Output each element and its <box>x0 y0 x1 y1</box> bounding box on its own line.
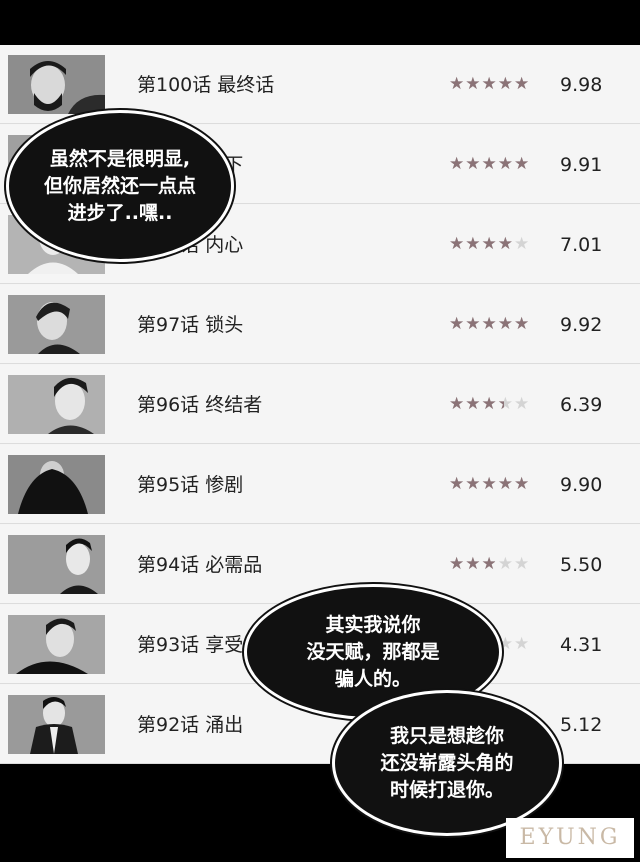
bubble-line: 骗人的。 <box>334 667 411 690</box>
episode-score: 6.39 <box>560 394 603 416</box>
rating-stars: ★★★★★★★★★★ <box>449 74 531 94</box>
episode-thumbnail <box>8 375 105 434</box>
rating-fill: ★★★★★ <box>449 555 495 573</box>
episode-score: 5.50 <box>560 554 603 576</box>
episode-thumbnail <box>8 615 105 674</box>
rating-fill: ★★★★★ <box>449 235 514 253</box>
rating-stars: ★★★★★★★★★★ <box>449 315 541 333</box>
episode-score: 9.98 <box>560 74 603 96</box>
speech-bubble-left: 虽然不是很明显, 但你居然还一点点 进步了..嘿.. <box>6 110 234 262</box>
episode-score: 9.92 <box>560 314 603 336</box>
speech-bubble-bottom: 我只是想趁你 还没崭露头角的 时候打退你。 <box>332 690 562 836</box>
rating-stars: ★★★★★★★★★★ <box>449 554 531 574</box>
episode-thumbnail <box>8 695 105 754</box>
episode-score: 4.31 <box>560 634 603 656</box>
bubble-line: 其实我说你 <box>325 613 421 636</box>
episode-title: 第92话 涌出 <box>137 714 244 736</box>
rating-stars: ★★★★★★★★★★ <box>449 394 531 414</box>
episode-thumbnail <box>8 535 105 594</box>
episode-row-95[interactable]: 第95话 惨剧 ★★★★★ ★★★★★ 9.90 <box>0 445 640 524</box>
episode-score: 9.91 <box>560 154 603 176</box>
bubble-line: 但你居然还一点点 <box>43 174 196 197</box>
episode-row-97[interactable]: 第97话 锁头 ★★★★★ ★★★★★ 9.92 <box>0 285 640 364</box>
episode-score: 5.12 <box>560 714 603 736</box>
rating-fill: ★★★★★ <box>449 155 531 173</box>
rating-fill: ★★★★★ <box>449 75 531 93</box>
episode-row-96[interactable]: 第96话 终结者 ★★★★★★★★★★ 6.39 <box>0 365 640 444</box>
episode-thumbnail <box>8 295 105 354</box>
bubble-line: 还没崭露头角的 <box>380 751 514 774</box>
episode-title: 第100话 最终话 <box>137 74 275 96</box>
bubble-line: 时候打退你。 <box>389 778 504 801</box>
episode-score: 9.90 <box>560 474 603 496</box>
rating-fill: ★★★★★ <box>449 315 531 333</box>
episode-title: 第94话 必需品 <box>137 554 263 576</box>
watermark-logo: EYUNG <box>506 818 634 858</box>
episode-title: 第97话 锁头 <box>137 314 244 336</box>
bubble-line: 没天赋，那都是 <box>306 640 440 663</box>
episode-title: 第95话 惨剧 <box>137 474 244 496</box>
episode-title: 第96话 终结者 <box>137 394 263 416</box>
bubble-line: 虽然不是很明显, <box>49 147 191 170</box>
episode-thumbnail <box>8 55 105 114</box>
rating-stars: ★★★★★★★★★★ <box>449 234 531 254</box>
episode-thumbnail <box>8 455 105 514</box>
bubble-line: 进步了..嘿.. <box>67 201 173 224</box>
bubble-line: 我只是想趁你 <box>389 724 504 747</box>
rating-fill: ★★★★★ <box>449 475 531 493</box>
rating-fill: ★★★★★ <box>449 395 504 413</box>
episode-title: 第93话 享受 <box>137 634 244 656</box>
rating-stars: ★★★★★★★★★★ <box>449 154 531 174</box>
episode-score: 7.01 <box>560 234 603 256</box>
rating-stars: ★★★★★★★★★★ <box>449 475 541 493</box>
